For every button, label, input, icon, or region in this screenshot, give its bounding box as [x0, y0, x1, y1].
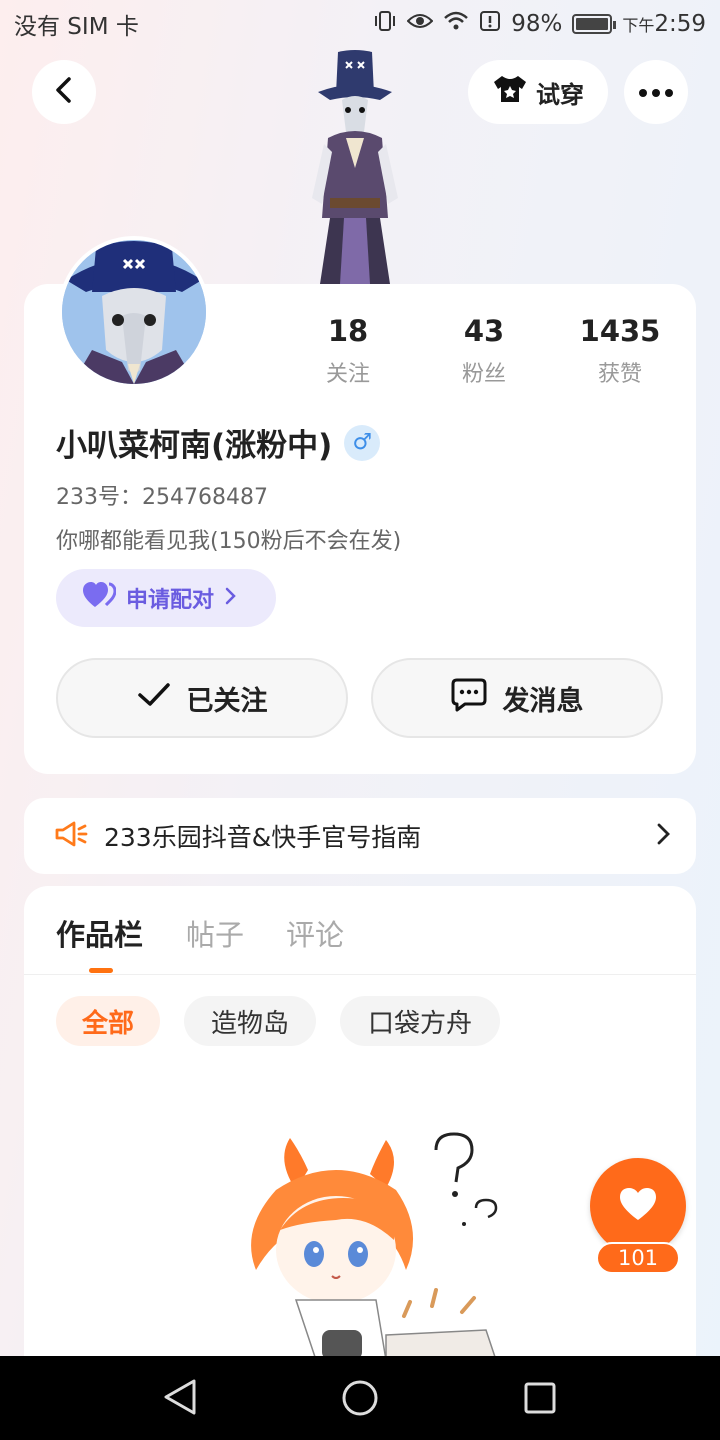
avatar-image — [62, 240, 206, 384]
likes-label: 获赞 — [597, 362, 642, 387]
time-value: 2:59 — [654, 11, 706, 37]
male-gender-icon: ♂ — [344, 424, 381, 461]
chat-bubble-icon — [451, 678, 487, 719]
announcement-bar[interactable]: 233乐园抖音&快手官号指南 — [24, 798, 696, 874]
announcement-text: 233乐园抖音&快手官号指南 — [104, 823, 422, 852]
more-dots-icon — [638, 83, 674, 102]
apply-pair-button[interactable]: 申请配对 — [56, 569, 276, 627]
chevron-left-icon — [52, 76, 76, 108]
tab-comments[interactable]: 评论 — [286, 912, 344, 954]
chip-all[interactable]: 全部 — [56, 996, 160, 1046]
chevron-right-icon — [224, 586, 236, 611]
megaphone-icon — [54, 820, 88, 852]
send-message-button[interactable]: 发消息 — [371, 658, 663, 738]
chevron-right-icon — [656, 823, 670, 849]
vibrate-icon — [373, 10, 397, 38]
nav-back-icon[interactable] — [162, 1378, 198, 1420]
heart-icon — [618, 1186, 658, 1226]
nav-recents-icon[interactable] — [524, 1382, 556, 1418]
bio: 你哪都能看见我(150粉后不会在发) — [56, 529, 402, 554]
stat-followers[interactable]: 43 粉丝 — [424, 314, 544, 388]
chip-creation-island[interactable]: 造物岛 — [184, 996, 316, 1046]
system-nav-bar — [0, 1356, 720, 1440]
try-on-label: 试穿 — [536, 80, 584, 109]
battery-icon — [572, 14, 617, 34]
battery-fill — [576, 18, 608, 30]
send-message-label: 发消息 — [502, 685, 584, 717]
stat-likes[interactable]: 1435 获赞 — [560, 314, 680, 388]
tab-works[interactable]: 作品栏 — [56, 912, 143, 954]
eye-icon — [406, 11, 434, 37]
like-button[interactable] — [590, 1158, 686, 1254]
try-on-button[interactable]: 试穿 — [468, 60, 608, 124]
nav-home-icon[interactable] — [342, 1380, 378, 1420]
time-period: 下午 — [622, 16, 655, 35]
following-count: 18 — [327, 314, 369, 348]
status-bar: 没有 SIM 卡 98% 下午2:59 — [0, 0, 720, 48]
stat-following[interactable]: 18 关注 — [288, 314, 408, 388]
followed-button[interactable]: 已关注 — [56, 658, 348, 738]
empty-state-illustration — [236, 1130, 516, 1361]
nickname-row: 小叭菜柯南(涨粉中) ♂ — [56, 420, 381, 465]
nickname: 小叭菜柯南(涨粉中) — [56, 428, 333, 464]
likes-count: 1435 — [579, 314, 661, 348]
tab-posts[interactable]: 帖子 — [186, 912, 244, 954]
tab-indicator — [89, 968, 113, 973]
following-label: 关注 — [325, 362, 370, 387]
tab-divider — [24, 974, 696, 975]
avatar[interactable] — [58, 236, 210, 388]
alert-icon — [479, 10, 501, 38]
carrier-label: 没有 SIM 卡 — [14, 14, 139, 40]
more-button[interactable] — [624, 60, 688, 124]
back-button[interactable] — [32, 60, 96, 124]
character-figure — [300, 48, 410, 284]
followers-count: 43 — [463, 314, 505, 348]
tshirt-icon — [492, 74, 528, 110]
status-icons: 98% 下午2:59 — [373, 10, 706, 38]
check-icon — [137, 682, 171, 715]
battery-percent: 98% — [511, 11, 563, 37]
followed-label: 已关注 — [186, 685, 268, 717]
apply-pair-label: 申请配对 — [126, 588, 215, 613]
heart-pair-icon — [82, 581, 117, 615]
wifi-icon — [443, 11, 469, 37]
like-count: 101 — [596, 1242, 680, 1274]
clock: 下午2:59 — [622, 11, 706, 37]
followers-label: 粉丝 — [461, 362, 506, 387]
user-id: 233号：254768487 — [56, 485, 268, 510]
chip-pocket-ark[interactable]: 口袋方舟 — [340, 996, 500, 1046]
